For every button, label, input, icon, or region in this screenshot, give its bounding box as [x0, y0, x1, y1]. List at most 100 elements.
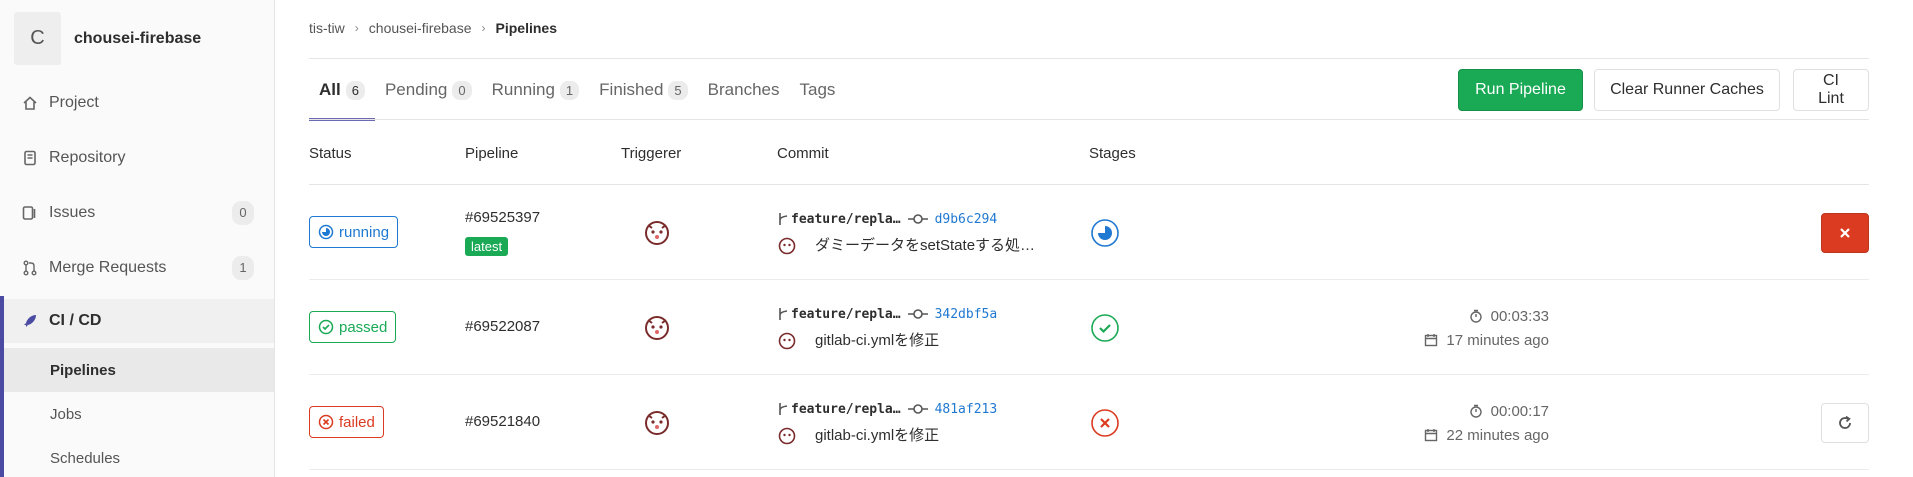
sidebar-subitem-schedules[interactable]: Schedules: [4, 436, 274, 477]
pipeline-id[interactable]: #69521840: [465, 413, 540, 430]
pipeline-tabs: All 6 Pending 0 Running 1 Finished 5 Branche…: [309, 60, 845, 121]
latest-badge: latest: [465, 237, 509, 256]
pipeline-id[interactable]: #69525397: [465, 209, 540, 226]
column-header-status: Status: [309, 145, 352, 162]
sidebar-item-label: Merge Requests: [49, 259, 167, 276]
column-header-pipeline: Pipeline: [465, 145, 519, 162]
project-name: chousei-firebase: [74, 29, 202, 47]
tab-label: Finished: [599, 80, 664, 99]
issues-icon: [20, 203, 40, 223]
chevron-right-icon: ›: [354, 21, 359, 35]
rocket-icon: [20, 311, 40, 331]
sidebar-item-repository[interactable]: Repository: [0, 136, 274, 180]
commit-sha[interactable]: d9b6c294: [935, 212, 998, 227]
author-avatar[interactable]: [777, 330, 797, 350]
ci-lint-button[interactable]: CI Lint: [1793, 69, 1869, 111]
stage-failed-icon[interactable]: [1090, 408, 1120, 438]
issues-count: 0: [232, 201, 254, 225]
column-header-commit: Commit: [777, 145, 829, 162]
tab-label: Running: [491, 80, 555, 99]
breadcrumb-project[interactable]: chousei-firebase: [369, 20, 472, 36]
branch-icon: [779, 308, 788, 320]
calendar-icon: [1425, 334, 1438, 347]
calendar-icon: [1425, 429, 1438, 442]
commit-title[interactable]: gitlab-ci.ymlを修正: [815, 424, 939, 445]
sidebar-subitem-jobs[interactable]: Jobs: [4, 392, 274, 436]
sidebar-item-issues[interactable]: Issues 0: [0, 191, 274, 235]
duration: 00:03:33: [1490, 307, 1549, 325]
author-avatar[interactable]: [777, 235, 797, 255]
commit-icon: [907, 404, 928, 414]
pipeline-id[interactable]: #69522087: [465, 318, 540, 335]
status-label: passed: [339, 318, 388, 336]
sidebar-subitem-pipelines[interactable]: Pipelines: [4, 348, 274, 392]
table-row: passed #69522087 feature/repla… 342dbf5a…: [309, 280, 1869, 375]
status-badge[interactable]: running: [309, 216, 399, 248]
column-header-stages: Stages: [1089, 145, 1136, 162]
timer-icon: [1469, 404, 1482, 418]
commit-message: gitlab-ci.ymlを修正: [777, 424, 939, 445]
sidebar-item-ci-cd[interactable]: CI / CD: [0, 299, 274, 343]
divider: [309, 58, 1869, 59]
table-row: failed #69521840 feature/repla… 481af213…: [309, 375, 1869, 470]
status-badge[interactable]: passed: [309, 311, 397, 343]
tab-branches[interactable]: Branches: [698, 60, 790, 120]
author-avatar[interactable]: [777, 425, 797, 445]
sidebar-item-project[interactable]: Project: [0, 81, 274, 125]
triggerer-avatar[interactable]: [642, 407, 672, 437]
divider: [309, 119, 1869, 120]
breadcrumb-current[interactable]: Pipelines: [496, 20, 557, 36]
cancel-button[interactable]: [1821, 213, 1869, 253]
timer-icon: [1469, 309, 1482, 323]
branch-name[interactable]: feature/repla…: [791, 307, 901, 322]
tab-tags[interactable]: Tags: [789, 60, 845, 120]
finished-time: 22 minutes ago: [1446, 426, 1549, 444]
merge-requests-count: 1: [232, 256, 254, 280]
commit-icon: [907, 309, 928, 319]
commit-title[interactable]: gitlab-ci.ymlを修正: [815, 329, 939, 350]
commit-title[interactable]: ダミーデータをsetStateする処…: [815, 234, 1035, 255]
project-avatar: C: [14, 12, 61, 65]
commit-sha[interactable]: 481af213: [935, 402, 998, 417]
status-label: running: [339, 223, 390, 241]
tab-count: 0: [452, 80, 472, 100]
finished-time: 17 minutes ago: [1446, 331, 1549, 349]
status-label: failed: [339, 413, 375, 431]
commit-sha[interactable]: 342dbf5a: [935, 307, 998, 322]
stage-running-icon[interactable]: [1090, 218, 1120, 248]
tab-pending[interactable]: Pending 0: [375, 60, 482, 120]
table-row: running #69525397 latest feature/repla… …: [309, 185, 1869, 280]
commit-message: ダミーデータをsetStateする処…: [777, 234, 1035, 255]
tab-all[interactable]: All 6: [309, 60, 375, 121]
doc-icon: [20, 148, 40, 168]
sidebar-item-label: Repository: [49, 149, 126, 166]
project-header[interactable]: C chousei-firebase: [14, 12, 201, 65]
commit-ref: feature/repla… 342dbf5a: [777, 306, 997, 322]
sidebar: C chousei-firebase Project Repository Is…: [0, 0, 275, 477]
tab-finished[interactable]: Finished 5: [589, 60, 698, 120]
check-circle-icon: [318, 319, 334, 335]
breadcrumb-group[interactable]: tis-tiw: [309, 20, 345, 36]
column-header-triggerer: Triggerer: [621, 145, 682, 162]
tab-label: Branches: [707, 80, 780, 99]
branch-name[interactable]: feature/repla…: [791, 212, 901, 227]
status-badge[interactable]: failed: [309, 406, 384, 438]
tab-label: All: [319, 80, 341, 99]
branch-name[interactable]: feature/repla…: [791, 402, 901, 417]
retry-button[interactable]: [1821, 403, 1869, 443]
pipeline-timing: 00:00:17 22 minutes ago: [1424, 399, 1549, 447]
retry-icon: [1839, 415, 1851, 429]
branch-icon: [779, 403, 788, 415]
merge-icon: [20, 258, 40, 278]
sidebar-item-label: Issues: [49, 204, 96, 221]
run-pipeline-button[interactable]: Run Pipeline: [1458, 69, 1583, 111]
tab-label: Pending: [384, 80, 448, 99]
stage-passed-icon[interactable]: [1090, 313, 1120, 343]
close-icon: [1840, 228, 1850, 238]
tab-running[interactable]: Running 1: [482, 60, 590, 120]
triggerer-avatar[interactable]: [642, 217, 672, 247]
tab-count: 6: [345, 80, 365, 100]
clear-runner-caches-button[interactable]: Clear Runner Caches: [1594, 69, 1780, 111]
sidebar-item-merge-requests[interactable]: Merge Requests 1: [0, 246, 274, 290]
triggerer-avatar[interactable]: [642, 312, 672, 342]
